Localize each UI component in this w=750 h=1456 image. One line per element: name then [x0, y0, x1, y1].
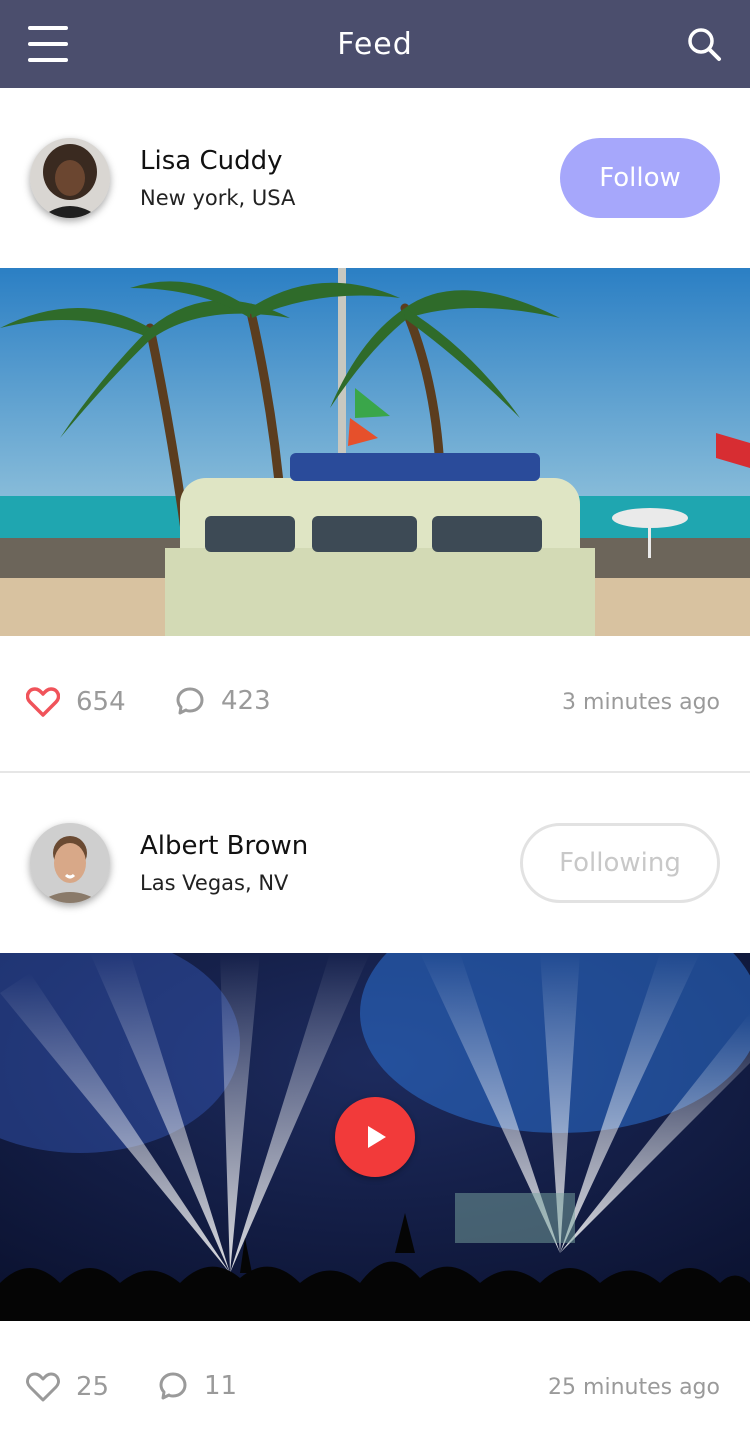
avatar[interactable]: [30, 823, 110, 903]
comment-button[interactable]: 423: [175, 686, 271, 716]
search-button[interactable]: [686, 26, 722, 62]
like-button[interactable]: 25: [26, 1371, 109, 1403]
post-video[interactable]: [0, 953, 750, 1321]
post-footer: 654 423 3 minutes ago: [0, 636, 750, 771]
post-timestamp: 25 minutes ago: [548, 1375, 720, 1400]
comment-count: 423: [221, 686, 271, 716]
play-button[interactable]: [335, 1097, 415, 1177]
app-bar: Feed: [0, 0, 750, 88]
like-count: 25: [76, 1372, 110, 1402]
comment-count: 11: [204, 1371, 238, 1401]
avatar[interactable]: [30, 138, 110, 218]
menu-icon-bar: [28, 26, 68, 30]
menu-icon-bar: [28, 42, 68, 46]
post-footer: 25 11 25 minutes ago: [0, 1321, 750, 1456]
post-header: Albert Brown Las Vegas, NV Following: [0, 773, 750, 953]
menu-button[interactable]: [28, 26, 68, 62]
feed-post: Lisa Cuddy New york, USA Follow 654 423 …: [0, 88, 750, 771]
comment-icon: [176, 687, 204, 715]
user-location: New york, USA: [140, 186, 296, 210]
heart-icon: [26, 1372, 60, 1402]
following-button[interactable]: Following: [520, 823, 720, 903]
feed-post: Albert Brown Las Vegas, NV Following 25 …: [0, 773, 750, 1456]
user-location: Las Vegas, NV: [140, 871, 289, 895]
search-icon: [688, 28, 721, 61]
heart-icon: [26, 687, 60, 717]
post-timestamp: 3 minutes ago: [562, 690, 720, 715]
like-button[interactable]: 654: [26, 686, 126, 718]
play-icon: [368, 1126, 386, 1148]
user-name[interactable]: Lisa Cuddy: [140, 146, 282, 176]
comment-icon: [159, 1372, 187, 1400]
menu-icon-bar: [28, 58, 68, 62]
user-name[interactable]: Albert Brown: [140, 831, 308, 861]
post-header: Lisa Cuddy New york, USA Follow: [0, 88, 750, 268]
follow-button[interactable]: Follow: [560, 138, 720, 218]
page-title: Feed: [337, 26, 413, 62]
comment-button[interactable]: 11: [158, 1371, 237, 1401]
post-image[interactable]: [0, 268, 750, 636]
like-count: 654: [76, 687, 126, 717]
